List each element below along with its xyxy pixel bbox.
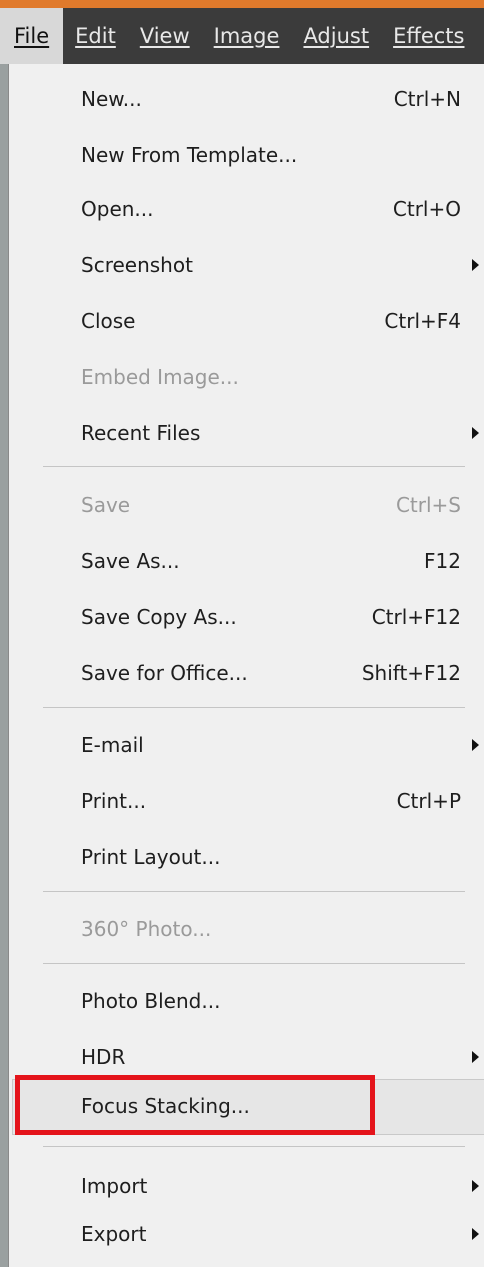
menu-item-export[interactable]: Export: [9, 1209, 484, 1259]
menu-item-shortcut: Shift+F12: [361, 661, 461, 685]
menu-item-label: HDR: [81, 1045, 126, 1069]
menu-item-shortcut: Ctrl+S: [395, 493, 461, 517]
background-image-strip: [0, 64, 8, 1267]
menu-item-save-as[interactable]: Save As... F12: [9, 536, 484, 586]
red-highlight-box: [15, 1075, 375, 1135]
menu-item-label: Save Copy As...: [81, 605, 237, 629]
menu-item-shortcut: F12: [424, 549, 461, 573]
menu-bar: File Edit View Image Adjust Effects: [0, 8, 484, 64]
menu-item-label: Save: [81, 493, 131, 517]
menu-adjust[interactable]: Adjust: [291, 8, 381, 64]
submenu-arrow-icon: [472, 1228, 479, 1240]
menu-separator: [43, 891, 465, 892]
menu-item-label: Import: [81, 1174, 148, 1198]
menu-item-save-for-office[interactable]: Save for Office... Shift+F12: [9, 648, 484, 698]
menu-item-new[interactable]: New... Ctrl+N: [9, 74, 484, 124]
menu-item-label: Print Layout...: [81, 845, 221, 869]
menu-edit[interactable]: Edit: [63, 8, 128, 64]
menu-item-photo-blend[interactable]: Photo Blend...: [9, 976, 484, 1026]
menu-item-print[interactable]: Print... Ctrl+P: [9, 776, 484, 826]
submenu-arrow-icon: [472, 1180, 479, 1192]
title-accent-strip: [0, 0, 484, 8]
menu-item-shortcut: Ctrl+N: [393, 87, 461, 111]
menu-item-label: Embed Image...: [81, 365, 239, 389]
menu-item-open[interactable]: Open... Ctrl+O: [9, 184, 484, 234]
menu-item-new-from-template[interactable]: New From Template...: [9, 130, 484, 180]
menu-item-label: Save As...: [81, 549, 180, 573]
submenu-arrow-icon: [472, 427, 479, 439]
menu-item-label: Save for Office...: [81, 661, 248, 685]
menu-item-shortcut: Ctrl+P: [396, 789, 461, 813]
menu-item-label: Close: [81, 309, 136, 333]
menu-item-import[interactable]: Import: [9, 1161, 484, 1211]
menu-item-label: Screenshot: [81, 253, 193, 277]
submenu-arrow-icon: [472, 739, 479, 751]
menu-item-label: Print...: [81, 789, 147, 813]
menu-item-label: E-mail: [81, 733, 144, 757]
menu-separator: [43, 1146, 465, 1147]
menu-item-save-copy-as[interactable]: Save Copy As... Ctrl+F12: [9, 592, 484, 642]
menu-item-label: New From Template...: [81, 143, 298, 167]
menu-file[interactable]: File: [0, 8, 64, 64]
menu-separator: [43, 707, 465, 708]
menu-item-label: New...: [81, 87, 142, 111]
file-menu-dropdown: New... Ctrl+N New From Template... Open.…: [8, 64, 484, 1267]
menu-item-screenshot[interactable]: Screenshot: [9, 240, 484, 290]
menu-view[interactable]: View: [128, 8, 202, 64]
menu-item-save: Save Ctrl+S: [9, 480, 484, 530]
menu-item-print-layout[interactable]: Print Layout...: [9, 832, 484, 882]
submenu-arrow-icon: [472, 259, 479, 271]
menu-item-label: Open...: [81, 197, 154, 221]
menu-item-shortcut: Ctrl+F4: [384, 309, 461, 333]
menu-image[interactable]: Image: [202, 8, 292, 64]
menu-item-shortcut: Ctrl+O: [392, 197, 461, 221]
menu-item-label: Export: [81, 1222, 147, 1246]
menu-item-email[interactable]: E-mail: [9, 720, 484, 770]
menu-item-360-photo: 360° Photo...: [9, 904, 484, 954]
menu-effects[interactable]: Effects: [381, 8, 476, 64]
menu-item-embed-image: Embed Image...: [9, 352, 484, 402]
menu-item-close[interactable]: Close Ctrl+F4: [9, 296, 484, 346]
menu-item-shortcut: Ctrl+F12: [371, 605, 461, 629]
menu-separator: [43, 466, 465, 467]
menu-item-recent-files[interactable]: Recent Files: [9, 408, 484, 458]
menu-item-label: Photo Blend...: [81, 989, 221, 1013]
menu-separator: [43, 963, 465, 964]
menu-item-label: 360° Photo...: [81, 917, 212, 941]
menu-item-label: Recent Files: [81, 421, 201, 445]
submenu-arrow-icon: [472, 1051, 479, 1063]
